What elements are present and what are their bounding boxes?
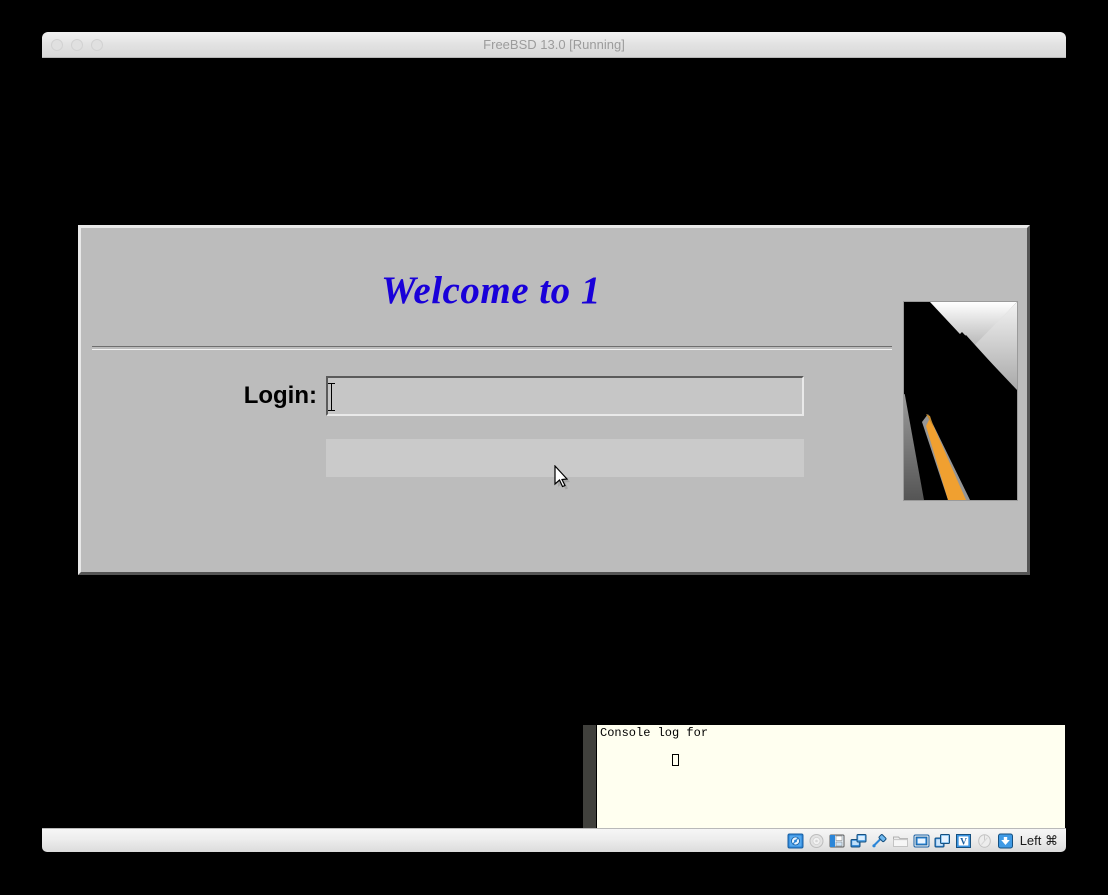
login-label: Login:	[243, 382, 317, 409]
virtualbox-chip-icon[interactable]: V	[955, 833, 972, 849]
svg-text:V: V	[960, 837, 967, 847]
mouse-icon[interactable]	[976, 833, 993, 849]
xconsole-body: Console log for	[583, 725, 1065, 828]
video-capture-icon[interactable]	[934, 833, 951, 849]
host-key-arrow-icon[interactable]	[997, 833, 1014, 849]
login-dialog: Welcome to 1 Login:	[78, 225, 1030, 575]
xconsole-log-area: Console log for	[597, 725, 1065, 828]
login-row: Login:	[81, 376, 901, 416]
kde-logo-graphic	[903, 301, 1018, 501]
text-caret-icon	[328, 383, 335, 411]
window-title: FreeBSD 13.0 [Running]	[483, 37, 625, 52]
window-titlebar[interactable]: FreeBSD 13.0 [Running]	[42, 32, 1066, 58]
guest-screen[interactable]: Welcome to 1 Login: Console log for	[42, 58, 1066, 828]
xconsole-window[interactable]: Console log for	[583, 722, 1065, 828]
xconsole-caret-icon	[672, 754, 680, 766]
host-key-indicator: Left ⌘	[1019, 832, 1058, 848]
xconsole-scrollbar[interactable]	[583, 725, 597, 828]
optical-disk-icon[interactable]	[808, 833, 825, 849]
header-divider	[92, 346, 892, 350]
login-input[interactable]	[326, 376, 804, 416]
virtualbox-statusbar: V Left ⌘	[42, 828, 1066, 852]
xconsole-log-line: Console log for	[600, 726, 709, 740]
status-icon-group: V	[787, 833, 1014, 849]
usb-icon[interactable]	[871, 833, 888, 849]
virtualbox-window: FreeBSD 13.0 [Running] Welcome to 1 Logi…	[42, 32, 1066, 852]
network-icon[interactable]	[850, 833, 867, 849]
display-icon[interactable]	[913, 833, 930, 849]
message-panel	[326, 439, 804, 477]
welcome-heading: Welcome to 1	[381, 269, 601, 312]
hard-disk-icon[interactable]	[787, 833, 804, 849]
floppy-disk-icon[interactable]	[829, 833, 846, 849]
shared-folders-icon[interactable]	[892, 833, 909, 849]
